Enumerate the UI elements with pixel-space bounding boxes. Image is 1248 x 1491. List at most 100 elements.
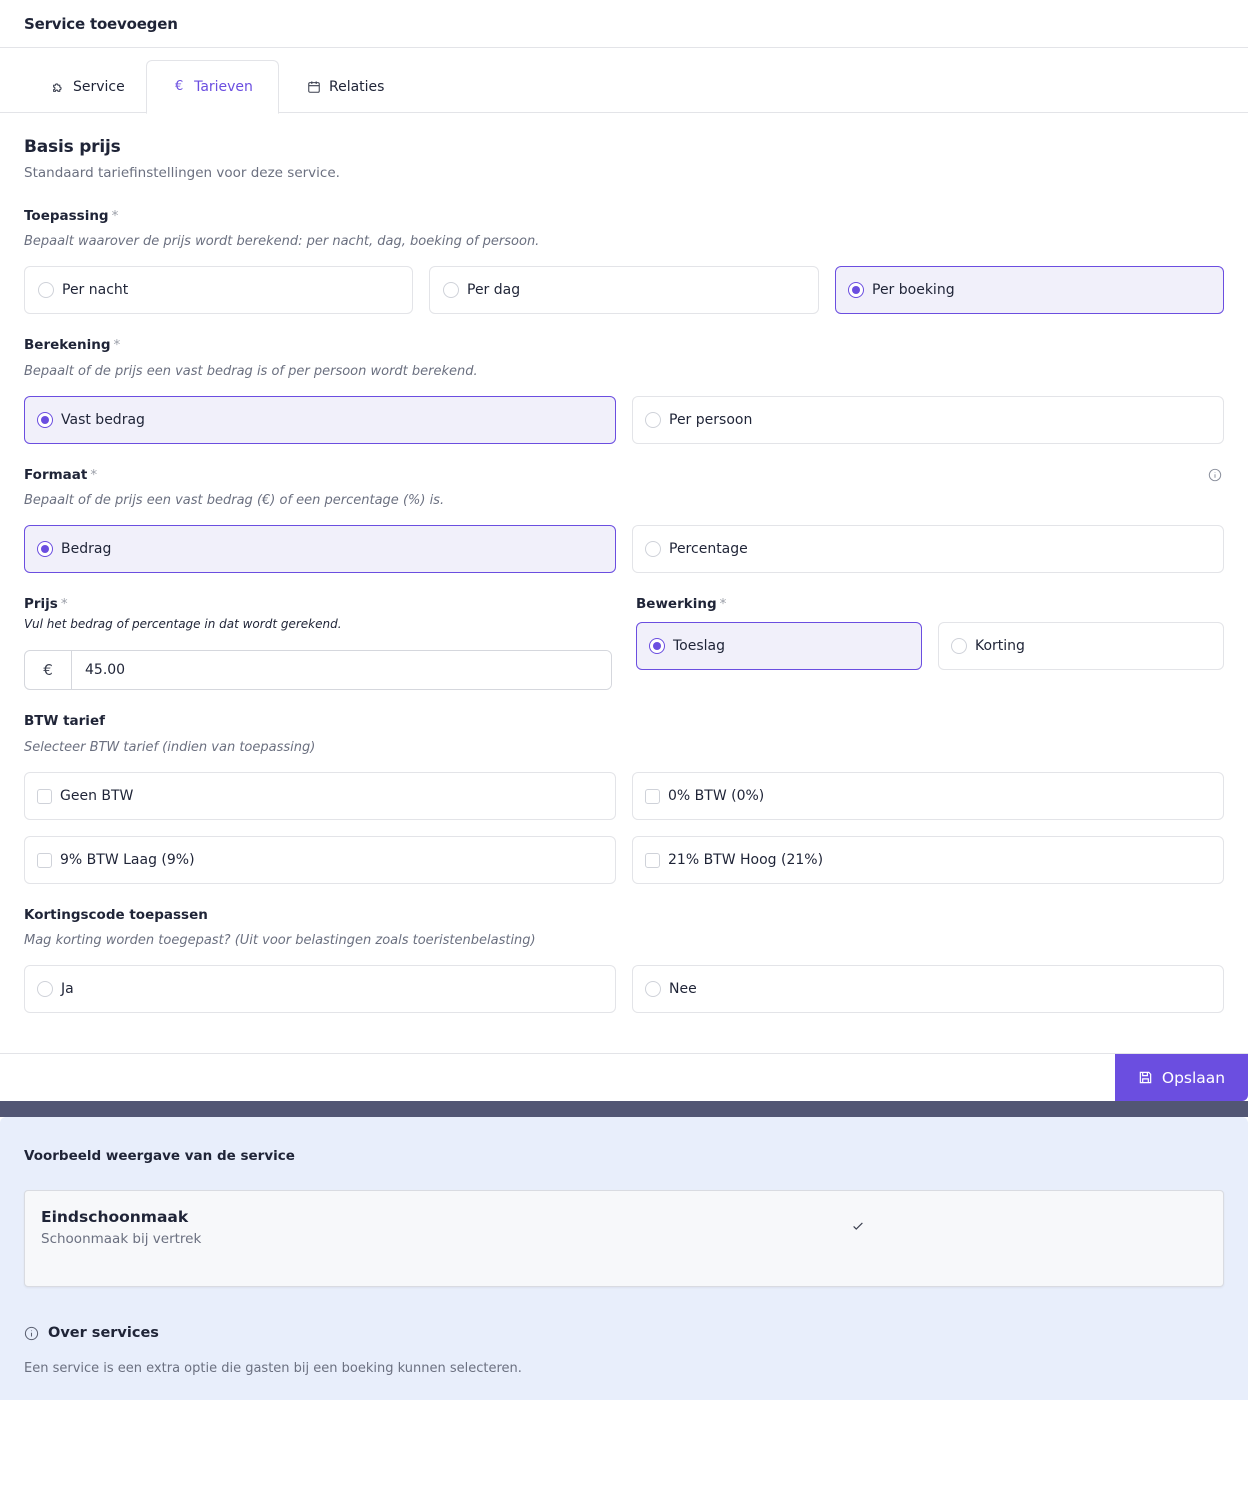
btw-option-geen[interactable]: Geen BTW	[24, 772, 616, 820]
option-label: Per nacht	[62, 282, 129, 298]
radio-button[interactable]	[645, 981, 661, 997]
puzzle-icon	[53, 82, 62, 92]
toepassing-option-per-nacht[interactable]: Per nacht	[24, 266, 413, 314]
radio-button-selected[interactable]	[37, 541, 53, 557]
prijs-label: Prijs *	[24, 596, 68, 612]
radio-button[interactable]	[951, 638, 967, 654]
tab-tarieven-label: Tarieven	[194, 79, 253, 95]
berekening-hint: Bepaalt of de prijs een vast bedrag is o…	[24, 364, 478, 379]
preview-title: Voorbeeld weergave van de service	[24, 1148, 295, 1164]
preview-panel: Voorbeeld weergave van de service Eindsc…	[0, 1117, 1248, 1400]
btw-option-9[interactable]: 9% BTW Laag (9%)	[24, 836, 616, 884]
bewerking-option-korting[interactable]: Korting	[938, 622, 1224, 670]
option-label: Bedrag	[61, 541, 112, 557]
option-label: Per persoon	[669, 412, 753, 428]
euro-icon: €	[174, 79, 184, 94]
toepassing-option-per-dag[interactable]: Per dag	[429, 266, 819, 314]
checkbox[interactable]	[37, 788, 52, 804]
option-label: Ja	[61, 981, 74, 997]
tab-tarieven[interactable]: € Tarieven	[146, 60, 279, 114]
calendar-icon	[308, 80, 320, 93]
save-button[interactable]: Opslaan	[1115, 1054, 1248, 1101]
radio-button[interactable]	[443, 282, 459, 298]
tab-service[interactable]: Service	[31, 60, 145, 113]
price-input[interactable]	[72, 651, 611, 689]
tab-service-label: Service	[73, 78, 125, 95]
required-marker: *	[113, 337, 121, 353]
radio-button[interactable]	[645, 541, 661, 557]
bewerking-label-text: Bewerking	[636, 596, 717, 612]
option-label: Percentage	[669, 541, 748, 557]
service-preview-card[interactable]: Eindschoonmaak Schoonmaak bij vertrek	[24, 1190, 1224, 1287]
radio-button[interactable]	[38, 282, 54, 298]
formaat-label: Formaat *	[24, 467, 97, 483]
toepassing-label-text: Toepassing	[24, 208, 109, 224]
checkbox[interactable]	[645, 852, 660, 868]
btw-option-21[interactable]: 21% BTW Hoog (21%)	[632, 836, 1224, 884]
radio-button[interactable]	[645, 412, 661, 428]
radio-button[interactable]	[37, 981, 53, 997]
toepassing-hint: Bepaalt waarover de prijs wordt berekend…	[24, 234, 540, 249]
bewerking-option-toeslag[interactable]: Toeslag	[636, 622, 922, 670]
option-label: 0% BTW (0%)	[668, 788, 765, 804]
berekening-label: Berekening *	[24, 337, 120, 353]
btw-option-0[interactable]: 0% BTW (0%)	[632, 772, 1224, 820]
berekening-label-text: Berekening	[24, 337, 111, 353]
price-input-group: €	[24, 650, 612, 690]
korting-option-nee[interactable]: Nee	[632, 965, 1224, 1013]
tab-bar: Service € Tarieven Relaties	[0, 48, 1248, 114]
section-title: Basis prijs	[24, 137, 121, 157]
info-icon[interactable]	[1208, 468, 1222, 482]
option-label: Nee	[669, 981, 697, 997]
about-text: Een service is een extra optie die gaste…	[24, 1361, 522, 1376]
option-label: Vast bedrag	[61, 412, 145, 428]
berekening-option-vast-bedrag[interactable]: Vast bedrag	[24, 396, 616, 444]
radio-button-selected[interactable]	[848, 282, 864, 298]
divider-band	[0, 1101, 1248, 1117]
bewerking-label: Bewerking *	[636, 596, 726, 612]
prijs-hint: Vul het bedrag of percentage in dat word…	[24, 617, 342, 631]
formaat-option-percentage[interactable]: Percentage	[632, 525, 1224, 573]
radio-button-selected[interactable]	[37, 412, 53, 428]
toepassing-label: Toepassing *	[24, 208, 118, 224]
tab-relaties-label: Relaties	[329, 78, 385, 95]
save-icon	[1139, 1071, 1152, 1084]
korting-hint: Mag korting worden toegepast? (Uit voor …	[24, 933, 536, 948]
option-label: Per dag	[467, 282, 521, 298]
service-description: Schoonmaak bij vertrek	[41, 1231, 202, 1247]
section-subtitle: Standaard tariefinstellingen voor deze s…	[24, 165, 340, 181]
required-marker: *	[90, 467, 98, 483]
korting-label: Kortingscode toepassen	[24, 907, 208, 923]
option-label: 9% BTW Laag (9%)	[60, 852, 195, 868]
option-label: Toeslag	[673, 638, 726, 654]
option-label: Per boeking	[872, 282, 955, 298]
service-form-card: Service toevoegen Service € Tarieven Rel…	[0, 0, 1248, 1101]
option-label: Geen BTW	[60, 788, 134, 804]
checkbox[interactable]	[645, 788, 660, 804]
form-header: Service toevoegen	[0, 0, 1248, 48]
btw-label: BTW tarief	[24, 713, 105, 729]
page-title: Service toevoegen	[24, 14, 178, 33]
save-button-label: Opslaan	[1161, 1068, 1226, 1087]
euro-prefix: €	[25, 651, 72, 689]
tab-relaties[interactable]: Relaties	[287, 60, 404, 113]
prijs-label-text: Prijs	[24, 596, 58, 612]
formaat-option-bedrag[interactable]: Bedrag	[24, 525, 616, 573]
toepassing-option-per-boeking[interactable]: Per boeking	[835, 266, 1224, 314]
service-name: Eindschoonmaak	[41, 1208, 189, 1226]
formaat-label-text: Formaat	[24, 467, 88, 483]
berekening-option-per-persoon[interactable]: Per persoon	[632, 396, 1224, 444]
radio-button-selected[interactable]	[649, 638, 665, 654]
btw-hint: Selecteer BTW tarief (indien van toepass…	[24, 740, 316, 755]
korting-option-ja[interactable]: Ja	[24, 965, 616, 1013]
option-label: 21% BTW Hoog (21%)	[668, 852, 824, 868]
footer-divider	[0, 1053, 1248, 1054]
check-icon	[853, 1222, 863, 1230]
required-marker: *	[111, 208, 119, 224]
checkbox[interactable]	[37, 852, 52, 868]
required-marker: *	[60, 596, 68, 612]
info-icon	[24, 1326, 39, 1341]
about-title: Over services	[48, 1325, 159, 1341]
formaat-hint: Bepaalt of de prijs een vast bedrag (€) …	[24, 493, 445, 508]
option-label: Korting	[975, 638, 1025, 654]
